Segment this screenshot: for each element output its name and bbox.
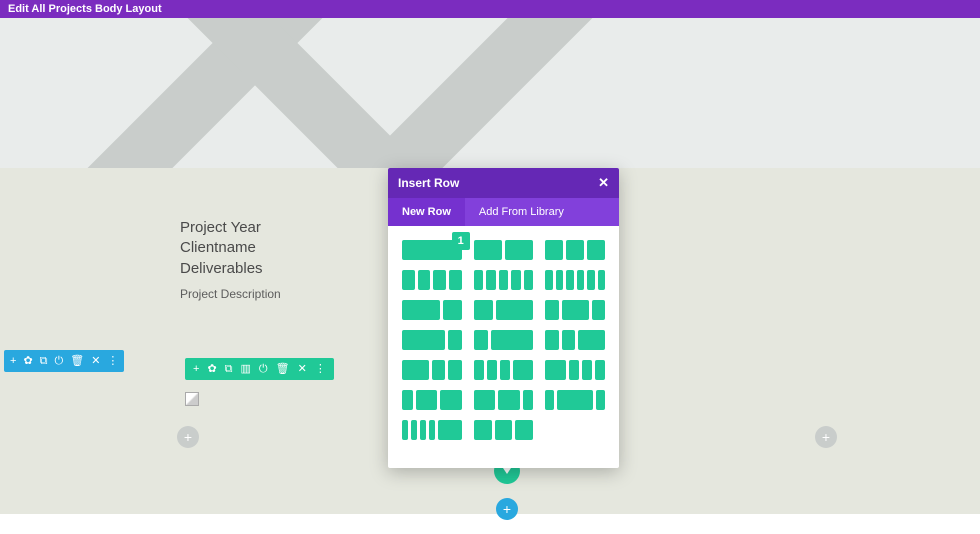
section-more-icon[interactable]: ⋮ [107, 356, 118, 367]
section-duplicate-icon[interactable]: ⧉ [40, 356, 48, 367]
section-settings-icon[interactable]: ✿ [23, 356, 32, 367]
section-toolbar: + ✿ ⧉ ⏻ 🗑 ✕ ⋮ [4, 350, 124, 372]
layout-option[interactable] [545, 240, 605, 260]
project-year: Project Year [180, 218, 281, 238]
layout-option[interactable] [474, 330, 534, 350]
add-module-left-button[interactable]: + [177, 426, 199, 448]
panel-tabs: New Row Add From Library [388, 198, 619, 226]
layout-option[interactable] [474, 300, 534, 320]
layout-option[interactable] [402, 360, 462, 380]
row-power-icon[interactable]: ⏻ [259, 364, 268, 375]
tab-add-from-library[interactable]: Add From Library [465, 198, 578, 226]
top-bar-title: Edit All Projects Body Layout [8, 3, 162, 15]
row-columns-icon[interactable]: ▥ [241, 364, 251, 375]
layout-option[interactable] [474, 240, 534, 260]
project-description: Project Description [180, 287, 281, 301]
row-settings-icon[interactable]: ✿ [207, 364, 216, 375]
section-close-icon[interactable]: ✕ [91, 356, 100, 367]
client-name: Clientname [180, 238, 281, 258]
tab-new-row[interactable]: New Row [388, 198, 465, 226]
panel-header: Insert Row ✕ [388, 168, 619, 198]
row-close-icon[interactable]: ✕ [298, 364, 307, 375]
hero-background [0, 18, 980, 168]
section-power-icon[interactable]: ⏻ [55, 356, 64, 367]
layout-option[interactable] [474, 360, 534, 380]
insert-row-panel: Insert Row ✕ New Row Add From Library 1 [388, 168, 619, 468]
panel-close-icon[interactable]: ✕ [598, 175, 609, 191]
footer-strip [0, 514, 980, 534]
layout-option[interactable] [474, 420, 534, 440]
layout-option[interactable] [545, 360, 605, 380]
row-toolbar: + ✿ ⧉ ▥ ⏻ 🗑 ✕ ⋮ [185, 358, 334, 380]
layout-option[interactable] [402, 390, 462, 410]
layout-option[interactable] [402, 420, 462, 440]
row-add-icon[interactable]: + [193, 364, 199, 375]
add-section-button[interactable]: + [496, 498, 518, 520]
layout-option[interactable]: 1 [402, 240, 462, 260]
layout-option[interactable] [474, 390, 534, 410]
row-trash-icon[interactable]: 🗑 [276, 364, 290, 375]
row-more-icon[interactable]: ⋮ [315, 364, 326, 375]
deliverables: Deliverables [180, 259, 281, 279]
top-bar: Edit All Projects Body Layout [0, 0, 980, 18]
section-trash-icon[interactable]: 🗑 [70, 356, 84, 367]
layout-option[interactable] [402, 300, 462, 320]
layout-option[interactable] [545, 330, 605, 350]
layout-option[interactable] [402, 270, 462, 290]
panel-body: 1 [388, 226, 619, 468]
project-meta-text: Project Year Clientname Deliverables Pro… [180, 218, 281, 301]
panel-title: Insert Row [398, 176, 459, 190]
row-duplicate-icon[interactable]: ⧉ [225, 364, 233, 375]
layout-grid: 1 [402, 240, 605, 440]
layout-badge: 1 [452, 232, 470, 250]
layout-option[interactable] [402, 330, 462, 350]
layout-option[interactable] [545, 300, 605, 320]
add-module-right-button[interactable]: + [815, 426, 837, 448]
section-add-icon[interactable]: + [10, 356, 16, 367]
broken-image-icon [185, 392, 199, 406]
layout-option[interactable] [474, 270, 534, 290]
layout-option[interactable] [545, 270, 605, 290]
layout-option[interactable] [545, 390, 605, 410]
